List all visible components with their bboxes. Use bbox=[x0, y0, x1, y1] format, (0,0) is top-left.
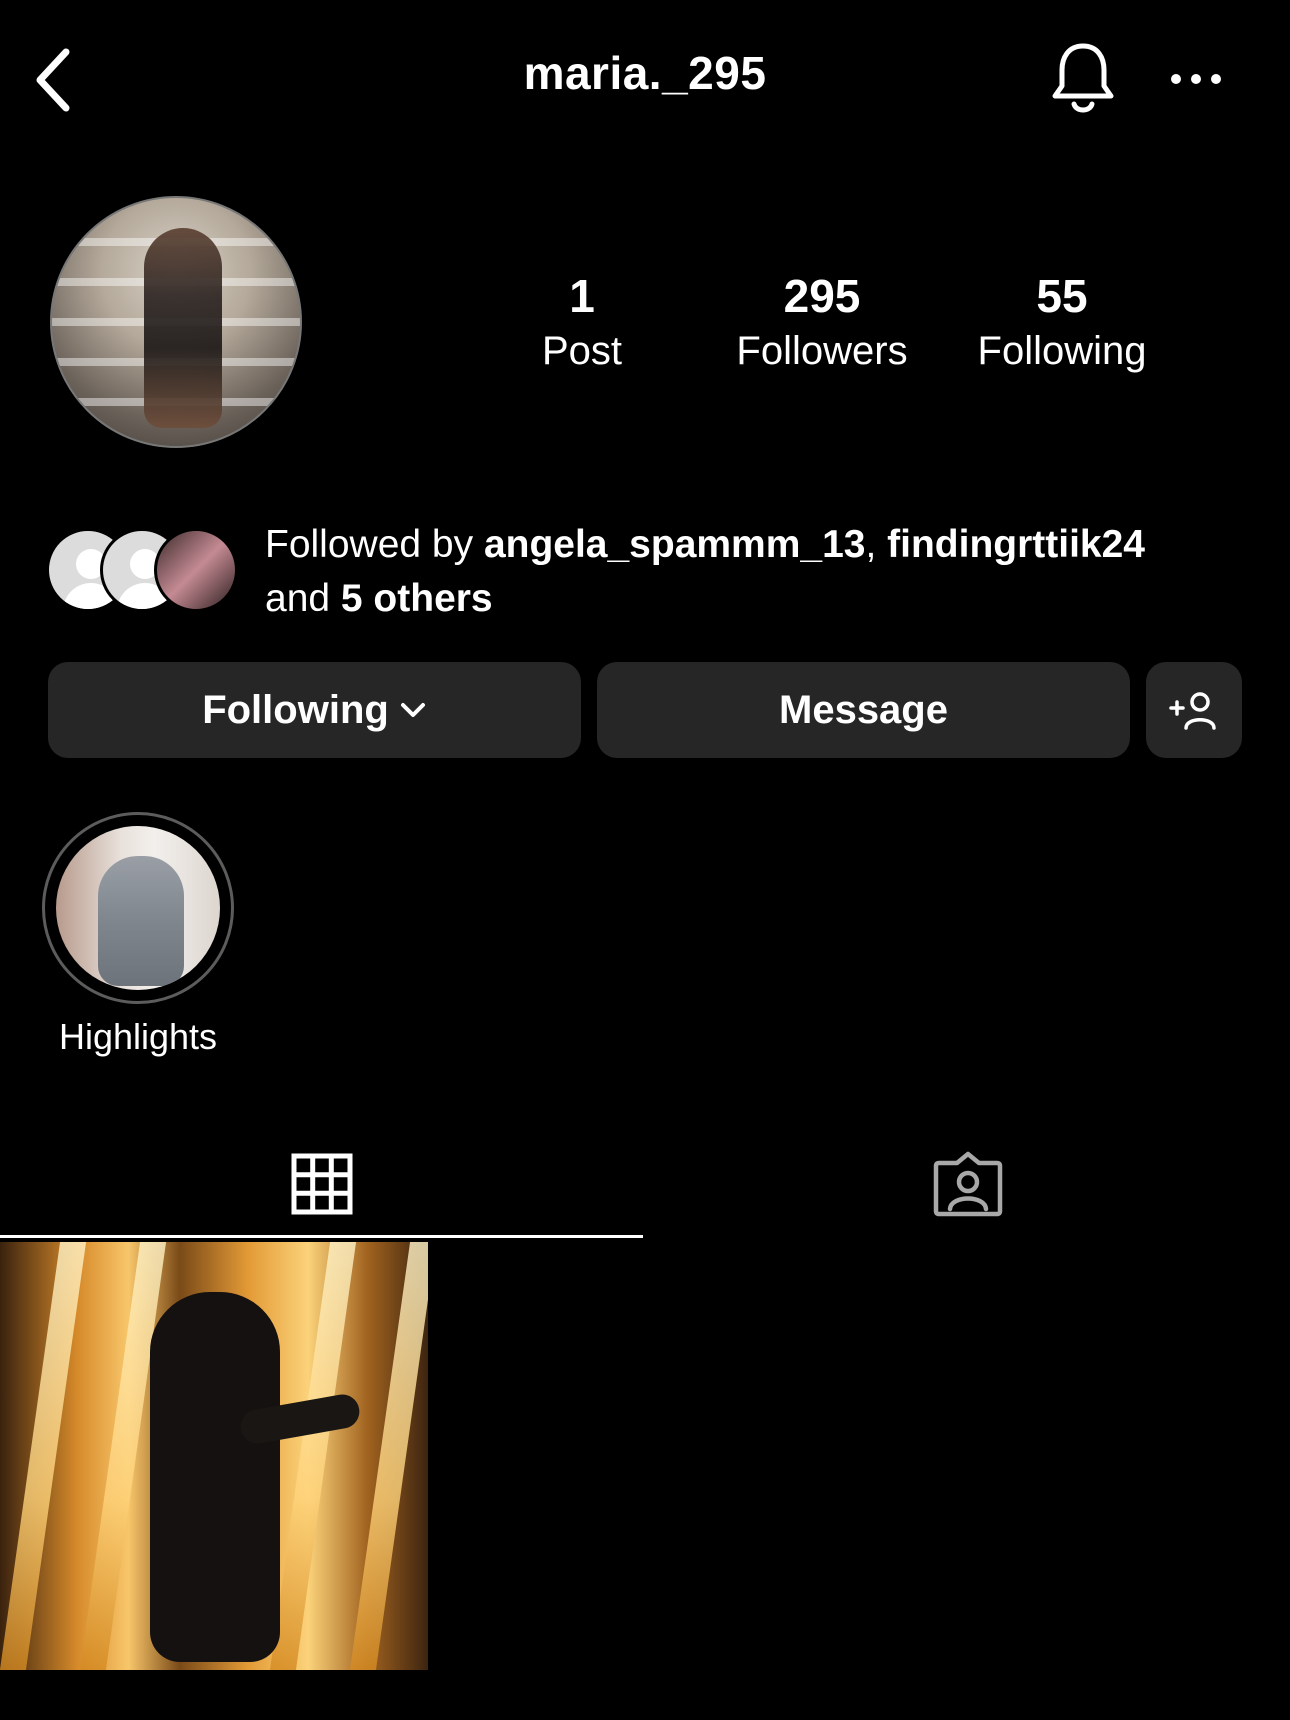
bell-icon[interactable] bbox=[1050, 40, 1116, 116]
followers-count: 295 bbox=[783, 270, 861, 322]
followed-by-prefix: Followed by bbox=[265, 523, 484, 566]
following-count-stat[interactable]: 55 Following bbox=[952, 268, 1172, 376]
tab-tagged[interactable] bbox=[645, 1130, 1290, 1238]
mutual-followers-others[interactable]: 5 others bbox=[341, 577, 493, 620]
chevron-down-icon bbox=[400, 703, 425, 717]
add-person-icon bbox=[1169, 692, 1216, 730]
mutual-follower-avatar[interactable] bbox=[154, 528, 238, 612]
highlight-cover[interactable] bbox=[56, 826, 220, 990]
message-button[interactable]: Message bbox=[597, 662, 1130, 758]
following-button[interactable]: Following bbox=[48, 662, 581, 758]
followed-by-separator: , bbox=[865, 523, 888, 566]
posts-label: Post bbox=[541, 329, 623, 373]
tagged-person-icon bbox=[933, 1151, 1002, 1217]
more-options-icon[interactable] bbox=[1168, 64, 1224, 94]
following-label: Following bbox=[977, 329, 1147, 373]
following-count: 55 bbox=[1036, 270, 1088, 322]
mutual-follower-1[interactable]: angela_spammm_13 bbox=[484, 523, 866, 566]
post-thumbnail[interactable] bbox=[0, 1242, 428, 1670]
active-tab-indicator bbox=[0, 1235, 643, 1238]
followers-label: Followers bbox=[736, 329, 908, 373]
tab-posts-grid[interactable] bbox=[0, 1130, 643, 1238]
followers-count-stat[interactable]: 295 Followers bbox=[712, 268, 932, 376]
followed-by-text[interactable]: Followed by angela_spammm_13, findingrtt… bbox=[265, 518, 1275, 626]
posts-count-stat[interactable]: 1 Post bbox=[472, 268, 692, 376]
followed-by-and: and bbox=[265, 577, 341, 620]
posts-count: 1 bbox=[569, 270, 595, 322]
mutual-follower-2[interactable]: findingrttiik24 bbox=[887, 523, 1145, 566]
highlight-label: Highlights bbox=[58, 1016, 218, 1057]
suggested-users-button[interactable] bbox=[1146, 662, 1242, 758]
grid-icon bbox=[291, 1153, 352, 1215]
profile-avatar[interactable] bbox=[50, 196, 302, 448]
message-button-label: Message bbox=[779, 687, 948, 732]
following-button-label: Following bbox=[202, 687, 389, 732]
